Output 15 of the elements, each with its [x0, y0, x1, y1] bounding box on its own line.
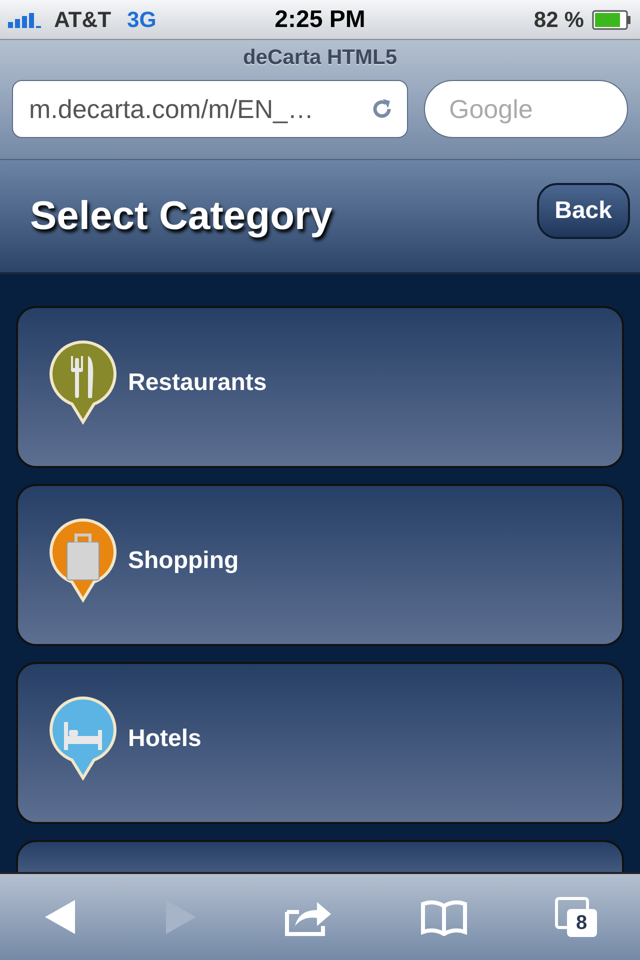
category-item[interactable]: Shopping [16, 484, 624, 646]
status-time: 2:25 PM [274, 6, 366, 34]
network-type: 3G [127, 6, 156, 32]
back-button[interactable]: Back [536, 183, 630, 239]
url-field[interactable]: m.decarta.com/m/EN_… [12, 80, 408, 138]
category-item[interactable]: Restaurants [16, 306, 624, 468]
carrier-name: AT&T [54, 6, 112, 32]
back-arrow-icon[interactable] [43, 898, 78, 936]
book-icon[interactable] [420, 898, 468, 936]
battery-icon [592, 10, 632, 30]
page-heading: Select Category [30, 194, 332, 238]
category-item[interactable]: Hotels [16, 662, 624, 824]
page-title: deCarta HTML5 [242, 46, 398, 70]
search-field[interactable]: Google [424, 80, 628, 138]
battery-percent: 82 % [534, 6, 584, 32]
